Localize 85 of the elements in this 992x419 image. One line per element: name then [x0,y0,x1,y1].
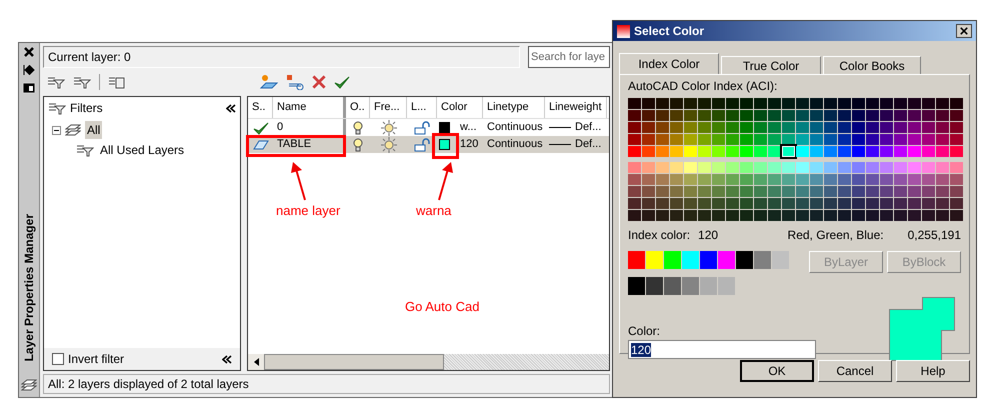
annotation-text: warna [416,202,452,220]
panel-title: Layer Properties Manager [21,214,37,361]
color-swatch[interactable] [700,277,717,295]
rgb-value: 0,255,191 [908,227,961,244]
index-color-label: Index color: [628,227,690,244]
scrollbar-thumb[interactable] [264,354,444,370]
linetype: Continuous [486,138,544,150]
delete-icon[interactable] [312,75,326,89]
app-icon [617,24,630,38]
color-swatch[interactable] [439,139,450,150]
close-button[interactable] [956,24,972,38]
annotation-text: name layer [276,202,340,220]
current-layer-field: Current layer: 0 [43,46,520,68]
collapse-icon[interactable] [222,354,232,364]
color-swatch[interactable] [754,251,771,269]
dialog-button[interactable]: OK [740,360,814,382]
color-swatch[interactable] [646,277,663,295]
color-palette-drawing[interactable] [628,98,963,221]
lineweight: Def... [575,120,602,136]
color-swatch[interactable] [664,251,681,269]
palette-label: AutoCAD Color Index (ACI): [628,78,778,95]
color-swatch[interactable] [718,277,735,295]
color-swatch[interactable] [682,277,699,295]
unlock-icon[interactable] [414,138,430,152]
tab[interactable]: True Color [721,56,821,74]
annotation-text: Go Auto Cad [405,298,480,316]
column-header[interactable]: Fre... [370,99,404,116]
tree-item[interactable]: All Used Layers [98,141,186,159]
dialog-button[interactable]: Help [896,360,970,382]
color-swatch[interactable] [700,251,717,269]
status-bar: All: 2 layers displayed of 2 total layers [43,374,610,394]
column-header[interactable]: Linetype [483,99,533,116]
close-icon[interactable] [24,47,34,57]
sun-icon[interactable] [380,136,396,152]
layers-icon [65,122,81,138]
invert-filter-label: Invert filter [68,351,126,368]
tab[interactable]: Index Color [619,53,719,74]
sun-icon[interactable] [380,120,396,136]
collapse-icon[interactable] [226,104,236,112]
color-swatch[interactable] [682,251,699,269]
close-icon[interactable] [960,27,968,35]
color-swatch[interactable] [628,251,645,269]
column-header[interactable]: S.. [248,99,270,116]
color-swatch[interactable] [664,277,681,295]
bulb-icon[interactable] [353,138,363,152]
lineweight: Def... [575,137,602,152]
column-header[interactable]: Color [437,99,472,116]
color-swatch[interactable] [628,277,645,295]
scroll-left-icon[interactable] [254,358,258,366]
color-swatch[interactable] [439,122,450,133]
color-name: 120 [460,137,478,152]
tree-item[interactable]: All [85,121,102,139]
column-header[interactable]: L... [407,99,430,116]
invert-filter-checkbox[interactable] [52,353,64,365]
color-swatch[interactable] [736,251,753,269]
color-field-label: Color: [628,323,662,340]
color-field[interactable]: 120 [628,340,816,359]
linetype: Continuous [486,121,544,134]
color-name: w... [460,120,477,136]
dialog-title: Select Color [634,23,706,40]
layers-icon [21,377,37,393]
tab[interactable]: Color Books [823,56,921,74]
color-swatch[interactable] [646,251,663,269]
horizontal-scrollbar[interactable] [248,354,609,370]
search-field[interactable]: Search for laye [528,46,610,68]
layer-row[interactable]: TABLE 120 Continuous Def... [248,136,609,153]
dialog-button[interactable]: Cancel [818,360,892,382]
bulb-icon[interactable] [353,120,363,134]
rgb-label: Red, Green, Blue: [788,227,884,244]
color-swatch[interactable] [718,251,735,269]
collapse-icon[interactable] [52,126,61,134]
layer-name: TABLE [276,137,312,152]
column-header[interactable]: Name [273,99,310,116]
column-header[interactable]: Lineweight [545,99,606,116]
unlock-icon[interactable] [414,120,430,134]
properties-icon[interactable] [23,83,35,93]
set-current-icon [334,74,350,90]
column-header[interactable]: O.. [346,99,369,116]
color-swatch[interactable] [772,251,789,269]
layer-name: 0 [276,120,284,136]
color-preview [889,297,955,361]
index-color-value: 120 [698,227,720,244]
filters-title: Filters [70,100,104,117]
new-layer-icon[interactable] [260,74,278,90]
annotation-box [432,133,459,159]
